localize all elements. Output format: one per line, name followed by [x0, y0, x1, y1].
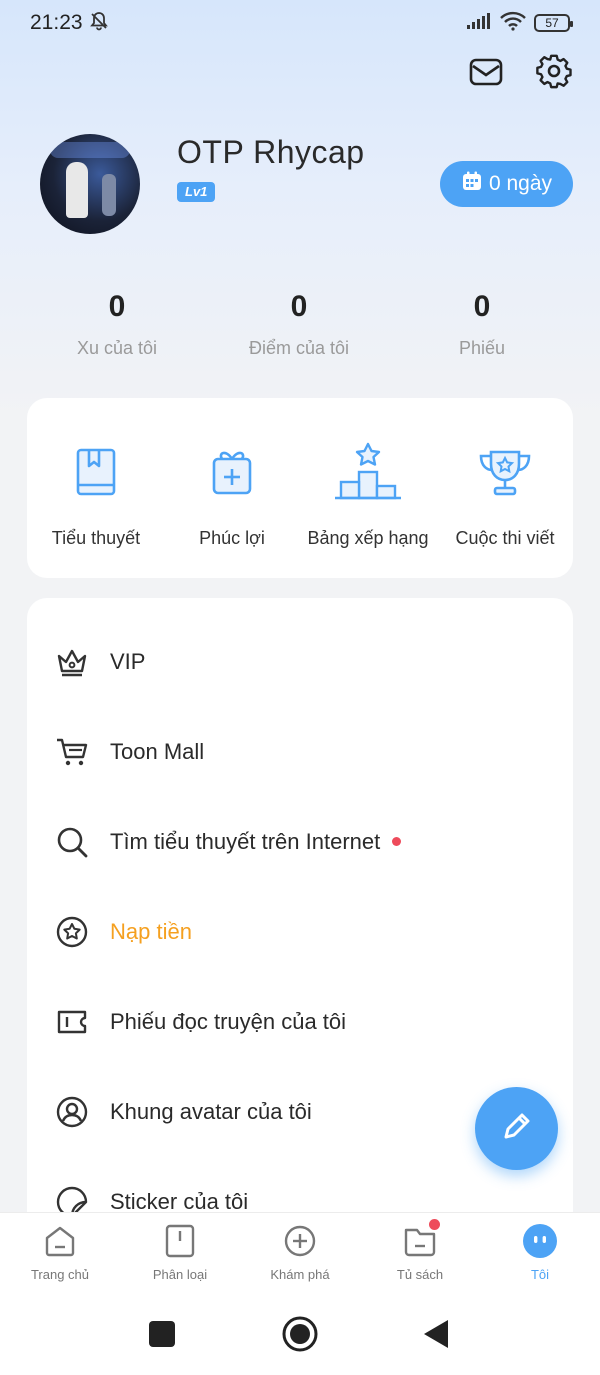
system-navigation-bar: [0, 1288, 600, 1375]
quick-action-novel[interactable]: Tiểu thuyết: [21, 442, 171, 549]
quick-action-label: Bảng xếp hạng: [307, 528, 429, 548]
podium-icon: [333, 442, 403, 502]
stat-tickets[interactable]: 0 Phiếu: [382, 290, 582, 359]
stat-coins[interactable]: 0 Xu của tôi: [17, 290, 217, 359]
menu-item-label: Nạp tiền: [110, 919, 192, 944]
settings-gear-icon[interactable]: [536, 54, 572, 90]
tab-category[interactable]: Phân loại: [120, 1213, 240, 1289]
signal-icon: [466, 12, 492, 35]
coin-star-icon: [55, 915, 89, 949]
tab-home[interactable]: Trang chủ: [0, 1213, 120, 1289]
bookshelf-icon: [402, 1219, 440, 1259]
quick-action-label: Tiểu thuyết: [51, 528, 141, 548]
menu-item-reading-tickets[interactable]: Phiếu đọc truyện của tôi: [27, 992, 573, 1052]
tab-explore[interactable]: Khám phá: [240, 1213, 360, 1289]
calendar-icon: [461, 170, 483, 198]
home-button-icon[interactable]: [282, 1316, 318, 1352]
stat-value: 0: [108, 290, 126, 323]
menu-item-label: Khung avatar của tôi: [110, 1099, 312, 1124]
menu-item-search-internet[interactable]: Tìm tiểu thuyết trên Internet: [27, 812, 573, 872]
tab-bookshelf[interactable]: Tủ sách: [360, 1213, 480, 1289]
gift-icon: [197, 442, 267, 502]
menu-item-top-up[interactable]: Nạp tiền: [27, 902, 573, 962]
ticket-icon: [55, 1005, 89, 1039]
status-time: 21:23: [30, 11, 83, 34]
tab-me[interactable]: Tôi: [480, 1213, 600, 1289]
search-icon: [55, 825, 89, 859]
battery-indicator: 57: [534, 14, 573, 32]
stat-label: Phiếu: [458, 338, 506, 358]
username: OTP Rhycap: [177, 134, 365, 170]
level-badge: Lv1: [177, 182, 216, 202]
tab-label: Trang chủ: [30, 1267, 90, 1282]
quick-action-label: Phúc lợi: [199, 528, 265, 548]
wifi-icon: [500, 11, 526, 36]
cart-icon: [55, 735, 89, 769]
menu-item-vip[interactable]: VIP: [27, 632, 573, 692]
stat-label: Xu của tôi: [76, 338, 158, 358]
menu-item-label: VIP: [110, 649, 146, 674]
me-icon: [522, 1223, 558, 1259]
recent-apps-icon[interactable]: [148, 1320, 176, 1348]
trophy-icon: [470, 442, 540, 502]
home-icon: [42, 1223, 78, 1259]
notification-dot: [392, 836, 402, 846]
menu-item-toon-mall[interactable]: Toon Mall: [27, 722, 573, 782]
profile-header: OTP Rhycap Lv1 0 ngày: [40, 134, 580, 234]
quick-action-label: Cuộc thi viết: [455, 528, 555, 548]
stat-points[interactable]: 0 Điểm của tôi: [199, 290, 399, 359]
avatar[interactable]: [40, 134, 140, 234]
notification-dot: [429, 1219, 440, 1230]
quick-actions-card: Tiểu thuyết Phúc lợi Bảng xếp hạng Cuộc …: [27, 398, 573, 578]
bell-muted-icon: [89, 11, 109, 36]
menu-item-label: Tìm tiểu thuyết trên Internet: [110, 829, 402, 855]
quick-action-writing-contest[interactable]: Cuộc thi viết: [430, 442, 580, 549]
crown-icon: [55, 645, 89, 679]
quick-action-benefits[interactable]: Phúc lợi: [157, 442, 307, 549]
checkin-button[interactable]: 0 ngày: [440, 161, 573, 207]
tab-label: Khám phá: [270, 1267, 330, 1282]
pencil-icon: [500, 1109, 534, 1148]
tab-label: Phân loại: [152, 1267, 208, 1282]
menu-item-label: Phiếu đọc truyện của tôi: [110, 1009, 347, 1034]
explore-icon: [282, 1223, 318, 1259]
back-icon[interactable]: [422, 1318, 450, 1350]
book-icon: [61, 442, 131, 502]
tab-label: Tôi: [530, 1267, 550, 1282]
stat-label: Điểm của tôi: [248, 338, 350, 358]
checkin-label: 0 ngày: [488, 172, 553, 195]
stat-value: 0: [290, 290, 308, 323]
write-fab-button[interactable]: [475, 1087, 558, 1170]
menu-item-label: Toon Mall: [110, 739, 205, 764]
quick-action-ranking[interactable]: Bảng xếp hạng: [293, 442, 443, 549]
avatar-frame-icon: [55, 1095, 89, 1129]
category-icon: [162, 1223, 198, 1259]
stat-value: 0: [473, 290, 491, 323]
tab-label: Tủ sách: [396, 1267, 444, 1282]
bottom-tab-bar: Trang chủ Phân loại Khám phá Tủ sách Tôi: [0, 1212, 600, 1288]
mail-icon[interactable]: [468, 54, 504, 90]
status-bar: 21:23 57: [0, 0, 600, 46]
